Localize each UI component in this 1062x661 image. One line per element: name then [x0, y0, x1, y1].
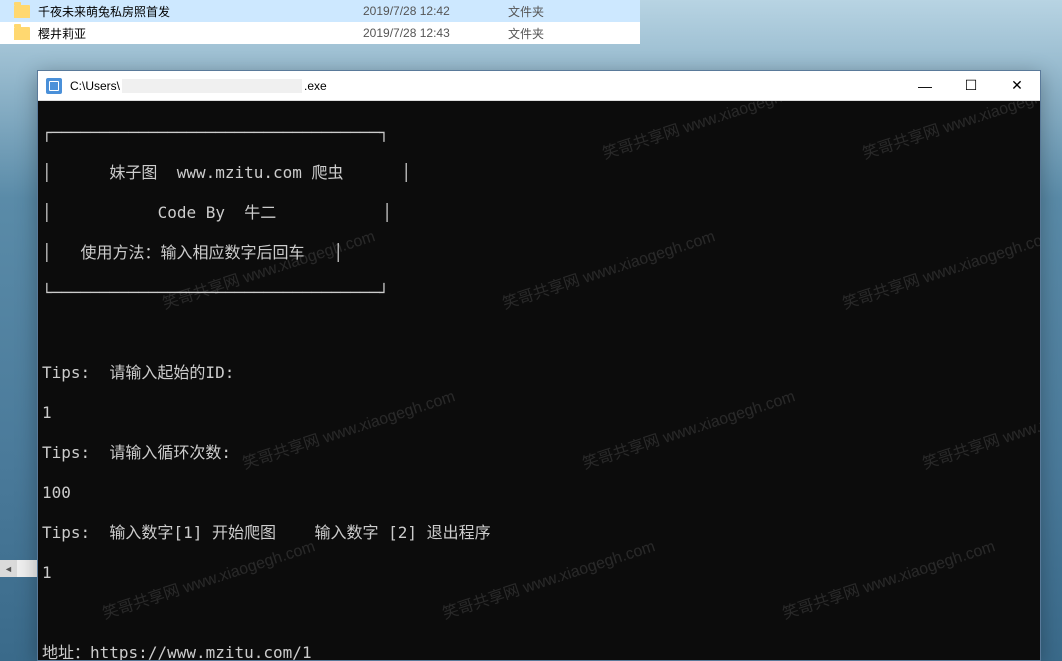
explorer-row[interactable]: 樱井莉亚 2019/7/28 12:43 文件夹 [0, 22, 640, 44]
file-name: 千夜未来萌兔私房照首发 [38, 3, 363, 20]
blank-line [42, 603, 1036, 623]
prompt-line: Tips: 请输入循环次数: [42, 443, 1036, 463]
header-line: │ 使用方法：输入相应数字后回车 │ [42, 243, 1036, 263]
header-line: │ Code By 牛二 │ [42, 203, 1036, 223]
input-line: 1 [42, 403, 1036, 423]
prompt-line: Tips: 请输入起始的ID: [42, 363, 1036, 383]
explorer-panel: 千夜未来萌兔私房照首发 2019/7/28 12:42 文件夹 樱井莉亚 201… [0, 0, 640, 44]
prompt-line: Tips: 输入数字[1] 开始爬图 输入数字 [2] 退出程序 [42, 523, 1036, 543]
scroll-left-icon[interactable]: ◄ [0, 560, 17, 577]
folder-icon [14, 27, 30, 40]
header-border: └──────────────────────────────────┘ [42, 283, 1036, 303]
titlebar[interactable]: C:\Users\ .exe — ☐ ✕ [38, 71, 1040, 101]
maximize-button[interactable]: ☐ [948, 71, 994, 101]
app-icon [46, 78, 62, 94]
window-title-prefix: C:\Users\ [70, 79, 120, 93]
console-window: C:\Users\ .exe — ☐ ✕ ┌──────────────────… [37, 70, 1041, 661]
address-line: 地址：https://www.mzitu.com/1 [42, 643, 1036, 660]
header-border: ┌──────────────────────────────────┐ [42, 123, 1036, 143]
console-output[interactable]: ┌──────────────────────────────────┐ │ 妹… [38, 101, 1040, 660]
folder-icon [14, 5, 30, 18]
file-date: 2019/7/28 12:43 [363, 26, 508, 40]
header-line: │ 妹子图 www.mzitu.com 爬虫 │ [42, 163, 1036, 183]
close-button[interactable]: ✕ [994, 71, 1040, 101]
input-line: 1 [42, 563, 1036, 583]
input-line: 100 [42, 483, 1036, 503]
file-date: 2019/7/28 12:42 [363, 4, 508, 18]
title-redacted [122, 79, 302, 93]
file-type: 文件夹 [508, 3, 544, 20]
file-name: 樱井莉亚 [38, 25, 363, 42]
window-title-suffix: .exe [304, 79, 327, 93]
blank-line [42, 323, 1036, 343]
file-type: 文件夹 [508, 25, 544, 42]
minimize-button[interactable]: — [902, 71, 948, 101]
explorer-row[interactable]: 千夜未来萌兔私房照首发 2019/7/28 12:42 文件夹 [0, 0, 640, 22]
